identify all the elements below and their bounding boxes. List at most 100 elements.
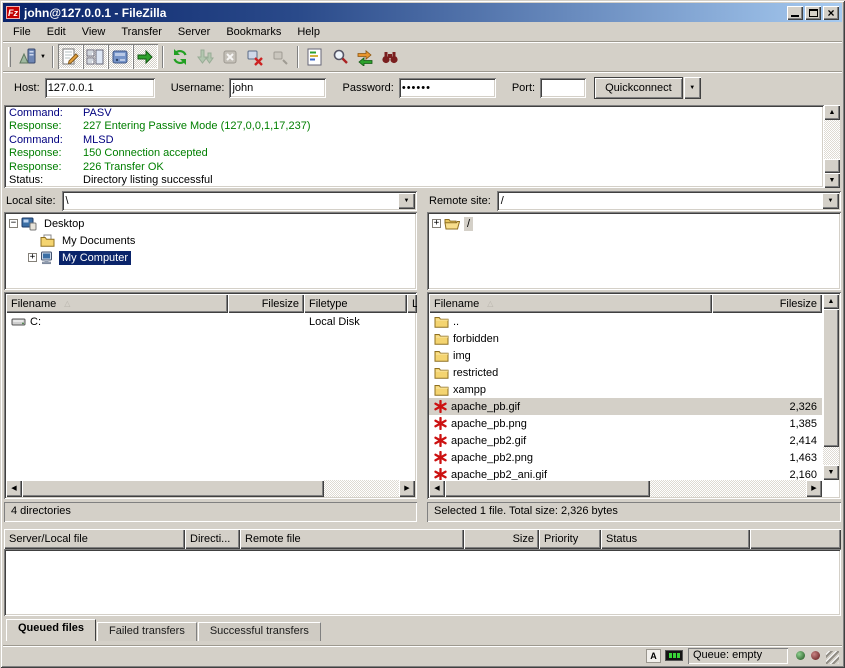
resize-grip[interactable] (826, 651, 839, 664)
remote-site-combo[interactable]: / ▼ (497, 191, 841, 211)
file-row-forbidden[interactable]: forbidden (429, 330, 822, 347)
column-header-filename[interactable]: Filename△ (429, 294, 712, 313)
file-row-[interactable]: .. (429, 313, 822, 330)
column-header-filename[interactable]: Filename△ (6, 294, 228, 313)
cancel-button[interactable] (218, 44, 243, 69)
local-list-body: C:Local Disk (6, 313, 415, 480)
file-row-apache-pb2-png[interactable]: apache_pb2.png1,463 (429, 449, 822, 466)
remote-horizontal-scrollbar[interactable]: ◀ ▶ (429, 480, 822, 497)
scroll-up-icon[interactable]: ▲ (824, 105, 840, 120)
scrollbar-thumb[interactable] (824, 159, 840, 173)
file-row-apache-pb-gif[interactable]: apache_pb.gif2,326 (429, 398, 822, 415)
transfer-type-icon[interactable]: A (646, 649, 661, 663)
local-horizontal-scrollbar[interactable]: ◀ ▶ (6, 480, 415, 497)
maximize-button[interactable] (805, 6, 821, 20)
title-bar[interactable]: Fz john@127.0.0.1 - FileZilla × (3, 3, 842, 22)
toggle-remote-tree-button[interactable] (108, 44, 133, 69)
scroll-down-icon[interactable]: ▼ (824, 173, 840, 188)
column-header-size[interactable]: Size (464, 529, 539, 549)
tree-item-my-documents[interactable]: My Documents (7, 232, 415, 249)
image-file-icon (434, 434, 447, 447)
compare-directories-button[interactable] (353, 44, 378, 69)
site-manager-button[interactable]: ▼ (16, 44, 48, 69)
remote-vertical-scrollbar[interactable]: ▲ ▼ (823, 294, 839, 480)
scrollbar-track[interactable] (824, 120, 840, 173)
close-button[interactable]: × (823, 6, 839, 20)
scroll-down-icon[interactable]: ▼ (823, 465, 839, 480)
column-header-filler[interactable] (750, 529, 841, 549)
file-search-button[interactable] (328, 44, 353, 69)
scrollbar-thumb[interactable] (22, 480, 324, 497)
column-header-filesize[interactable]: Filesize (712, 294, 822, 313)
column-header-status[interactable]: Status (601, 529, 750, 549)
file-row-img[interactable]: img (429, 347, 822, 364)
column-header-priority[interactable]: Priority (539, 529, 601, 549)
reconnect-button[interactable] (268, 44, 293, 69)
quickconnect-button[interactable]: Quickconnect (594, 77, 683, 99)
maximize-icon (809, 9, 818, 17)
username-input[interactable] (229, 78, 326, 98)
menu-item-help[interactable]: Help (289, 24, 328, 40)
column-header-direction[interactable]: Directi... (185, 529, 240, 549)
scroll-left-icon[interactable]: ◀ (429, 480, 445, 497)
scroll-up-icon[interactable]: ▲ (823, 294, 839, 309)
tree-item-[interactable]: +/ (430, 215, 839, 232)
scroll-left-icon[interactable]: ◀ (6, 480, 22, 497)
quickconnect-dropdown-button[interactable]: ▼ (684, 77, 701, 99)
chevron-down-icon[interactable]: ▼ (40, 54, 46, 60)
file-row-apache-pb2-ani-gif[interactable]: apache_pb2_ani.gif2,160 (429, 466, 822, 480)
scrollbar-track[interactable] (445, 480, 806, 497)
toggle-local-tree-button[interactable] (83, 44, 108, 69)
scrollbar-track[interactable] (22, 480, 399, 497)
expander-minus-icon[interactable]: − (9, 219, 18, 228)
port-input[interactable] (540, 78, 586, 98)
speed-limits-icon[interactable] (665, 650, 683, 661)
column-header-last-modified[interactable]: L (407, 294, 417, 313)
tree-item-my-computer[interactable]: +My Computer (7, 249, 415, 266)
file-row-xampp[interactable]: xampp (429, 381, 822, 398)
synchronized-browsing-button[interactable] (378, 44, 403, 69)
log-icon (61, 48, 79, 66)
tree-item-desktop[interactable]: −Desktop (7, 215, 415, 232)
column-header-remote-file[interactable]: Remote file (240, 529, 464, 549)
tab-queued-files[interactable]: Queued files (6, 619, 96, 641)
file-row-restricted[interactable]: restricted (429, 364, 822, 381)
toggle-message-log-button[interactable] (58, 44, 83, 69)
column-header-filetype[interactable]: Filetype (304, 294, 407, 313)
scroll-right-icon[interactable]: ▶ (806, 480, 822, 497)
menu-item-view[interactable]: View (74, 24, 114, 40)
process-queue-button[interactable] (193, 44, 218, 69)
menu-item-edit[interactable]: Edit (39, 24, 74, 40)
tree-item-label: / (464, 217, 473, 231)
file-row-c[interactable]: C:Local Disk (6, 313, 415, 330)
remotetree-icon (111, 48, 129, 66)
toolbar-grip[interactable] (8, 47, 11, 67)
scroll-right-icon[interactable]: ▶ (399, 480, 415, 497)
tab-successful-transfers[interactable]: Successful transfers (198, 622, 321, 641)
menu-item-transfer[interactable]: Transfer (113, 24, 170, 40)
scrollbar-track[interactable] (823, 309, 839, 465)
toggle-queue-button[interactable] (133, 44, 158, 69)
host-input[interactable] (45, 78, 155, 98)
filter-button[interactable] (303, 44, 328, 69)
minimize-button[interactable] (787, 6, 803, 20)
column-header-server-local-file[interactable]: Server/Local file (4, 529, 185, 549)
column-header-filesize[interactable]: Filesize (228, 294, 304, 313)
tab-failed-transfers[interactable]: Failed transfers (97, 622, 197, 641)
menu-item-file[interactable]: File (5, 24, 39, 40)
scrollbar-thumb[interactable] (823, 309, 839, 447)
file-row-apache-pb2-gif[interactable]: apache_pb2.gif2,414 (429, 432, 822, 449)
menu-item-bookmarks[interactable]: Bookmarks (218, 24, 289, 40)
expander-plus-icon[interactable]: + (432, 219, 441, 228)
disconnect-button[interactable] (243, 44, 268, 69)
file-row-apache-pb-png[interactable]: apache_pb.png1,385 (429, 415, 822, 432)
refresh-button[interactable] (168, 44, 193, 69)
password-input[interactable] (399, 78, 496, 98)
remote-site-dropdown-button[interactable]: ▼ (822, 193, 839, 209)
local-site-combo[interactable]: \ ▼ (62, 191, 417, 211)
local-site-dropdown-button[interactable]: ▼ (398, 193, 415, 209)
scrollbar-thumb[interactable] (445, 480, 650, 497)
menu-item-server[interactable]: Server (170, 24, 218, 40)
message-log-scrollbar[interactable]: ▲ ▼ (824, 105, 840, 188)
expander-plus-icon[interactable]: + (28, 253, 37, 262)
